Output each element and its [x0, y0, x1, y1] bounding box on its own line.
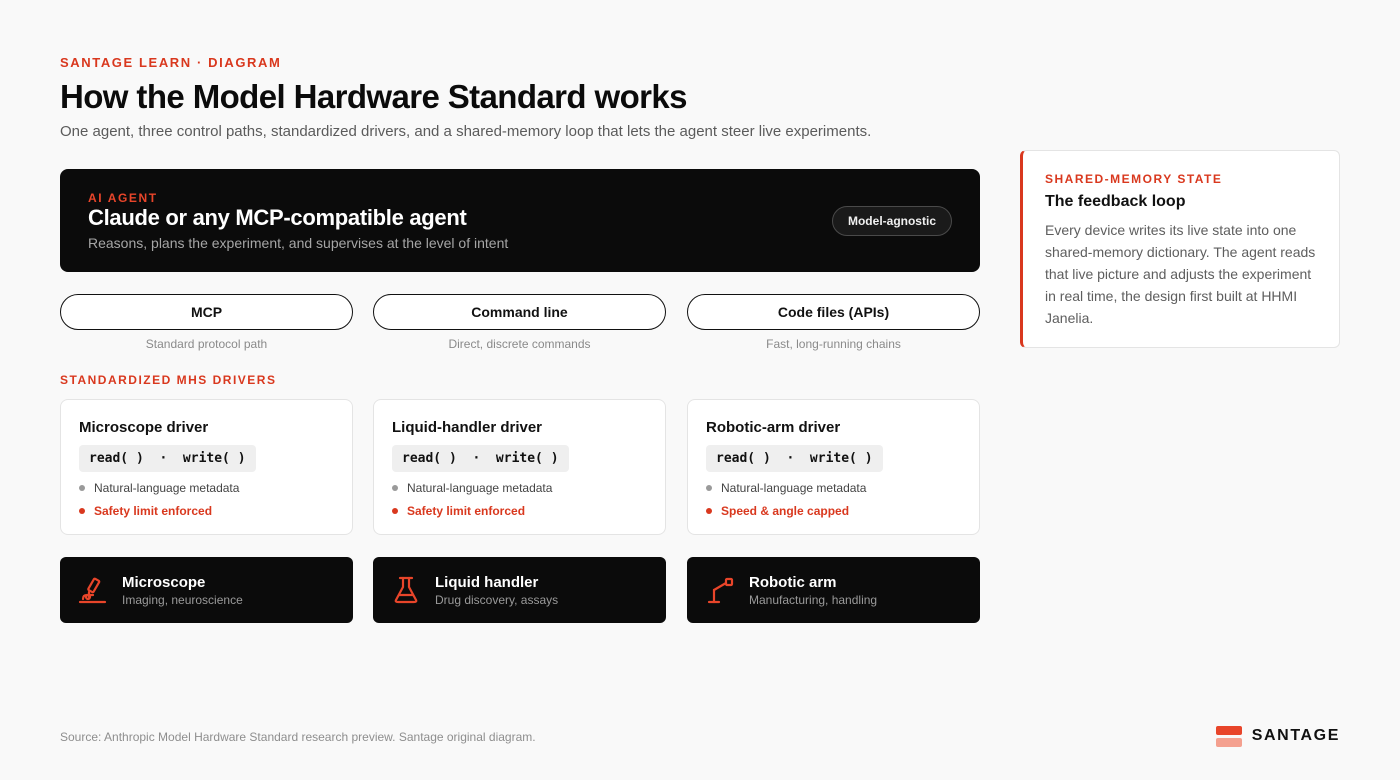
- bullet-dot-icon: [706, 485, 712, 491]
- driver-code: read( ) · write( ): [706, 445, 883, 472]
- driver-code: read( ) · write( ): [392, 445, 569, 472]
- driver-limit: Safety limit enforced: [407, 504, 526, 518]
- side-body: Every device writes its live state into …: [1045, 222, 1316, 326]
- device-subtitle: Imaging, neuroscience: [122, 593, 243, 607]
- control-path-caption: Direct, discrete commands: [448, 337, 591, 351]
- microscope-icon: [78, 577, 107, 604]
- driver-metadata: Natural-language metadata: [407, 481, 553, 495]
- flask-icon: [394, 576, 418, 604]
- eyebrow: SANTAGE LEARN · DIAGRAM: [60, 55, 282, 70]
- driver-limit: Speed & angle capped: [721, 504, 850, 518]
- agent-panel: AI AGENT Claude or any MCP-compatible ag…: [60, 169, 980, 272]
- bullet-dot-icon: [392, 485, 398, 491]
- driver-limit-row: Speed & angle capped: [706, 504, 849, 518]
- control-path-pill[interactable]: Command line: [373, 294, 666, 330]
- bullet-dot-icon: [79, 508, 85, 514]
- device-name: Microscope: [122, 574, 206, 591]
- drivers-section-label: STANDARDIZED MHS DRIVERS: [60, 373, 277, 387]
- agent-kicker: AI AGENT: [88, 191, 158, 205]
- device-name: Robotic arm: [749, 574, 837, 591]
- driver-card-liquid-handler: Liquid-handler driver read( ) · write( )…: [373, 399, 666, 535]
- agent-description: Reasons, plans the experiment, and super…: [88, 235, 509, 251]
- control-path-caption: Fast, long-running chains: [766, 337, 901, 351]
- device-name: Liquid handler: [435, 574, 539, 591]
- driver-title: Liquid-handler driver: [392, 419, 543, 436]
- robotic-arm-icon: [707, 577, 734, 604]
- control-path-caption: Standard protocol path: [145, 337, 268, 351]
- driver-title: Robotic-arm driver: [706, 419, 841, 436]
- device-subtitle: Drug discovery, assays: [435, 593, 559, 607]
- driver-card-microscope: Microscope driver read( ) · write( ) Nat…: [60, 399, 353, 535]
- brand-name: SANTAGE: [1251, 727, 1340, 744]
- driver-card-robotic-arm: Robotic-arm driver read( ) · write( ) Na…: [687, 399, 980, 535]
- device-tile-microscope: Microscope Imaging, neuroscience: [60, 557, 353, 623]
- device-subtitle: Manufacturing, handling: [749, 593, 878, 607]
- model-agnostic-badge: Model-agnostic: [831, 206, 952, 236]
- driver-metadata-row: Natural-language metadata: [706, 481, 866, 495]
- page-subtitle: One agent, three control paths, standard…: [60, 123, 872, 140]
- source-note: Source: Anthropic Model Hardware Standar…: [60, 730, 536, 744]
- control-path-mcp: MCP Standard protocol path: [60, 294, 353, 351]
- agent-title: Claude or any MCP-compatible agent: [88, 205, 467, 230]
- driver-limit-row: Safety limit enforced: [79, 504, 212, 518]
- driver-metadata: Natural-language metadata: [94, 481, 240, 495]
- brand-logo: SANTAGE: [1215, 725, 1340, 747]
- driver-title: Microscope driver: [79, 419, 209, 436]
- side-title: The feedback loop: [1045, 193, 1186, 210]
- control-path-pill[interactable]: Code files (APIs): [687, 294, 980, 330]
- device-tile-robotic-arm: Robotic arm Manufacturing, handling: [687, 557, 980, 623]
- driver-code: read( ) · write( ): [79, 445, 256, 472]
- side-kicker: SHARED-MEMORY STATE: [1045, 172, 1223, 186]
- page-title: How the Model Hardware Standard works: [60, 78, 688, 115]
- control-path-code-files: Code files (APIs) Fast, long-running cha…: [687, 294, 980, 351]
- driver-limit: Safety limit enforced: [94, 504, 213, 518]
- control-path-pill[interactable]: MCP: [60, 294, 353, 330]
- driver-metadata: Natural-language metadata: [721, 481, 867, 495]
- bullet-dot-icon: [79, 485, 85, 491]
- santage-logo-icon: [1215, 725, 1242, 747]
- driver-metadata-row: Natural-language metadata: [79, 481, 239, 495]
- bullet-dot-icon: [706, 508, 712, 514]
- bullet-dot-icon: [392, 508, 398, 514]
- control-path-command-line: Command line Direct, discrete commands: [373, 294, 666, 351]
- device-tile-liquid-handler: Liquid handler Drug discovery, assays: [373, 557, 666, 623]
- driver-limit-row: Safety limit enforced: [392, 504, 525, 518]
- driver-metadata-row: Natural-language metadata: [392, 481, 552, 495]
- feedback-loop-panel: SHARED-MEMORY STATE The feedback loop Ev…: [1020, 150, 1340, 348]
